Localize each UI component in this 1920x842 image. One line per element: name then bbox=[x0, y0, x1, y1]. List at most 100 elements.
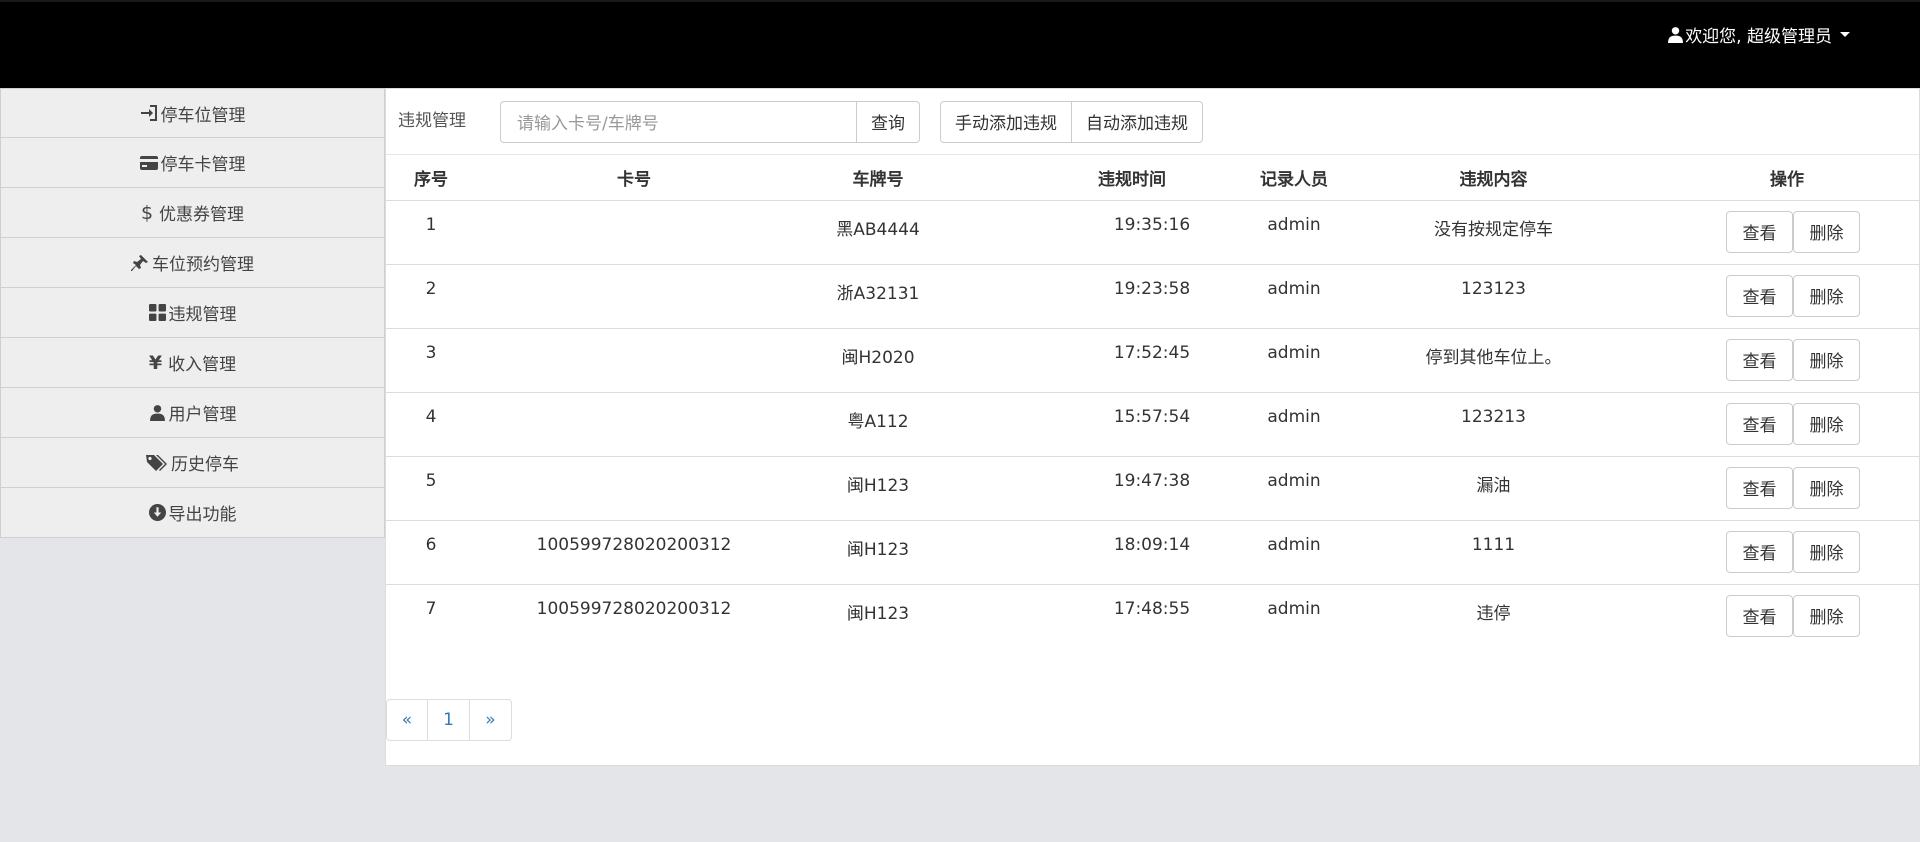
delete-button[interactable]: 删除 bbox=[1793, 338, 1860, 381]
delete-button[interactable]: 删除 bbox=[1793, 402, 1860, 445]
caret-down-icon bbox=[1840, 32, 1850, 37]
cell-plate: 粤A112 bbox=[792, 392, 964, 457]
sidebar: 停车位管理 停车卡管理 $ 优惠券管理 车位预约管理 违规管理 ¥ 收入管理 用… bbox=[0, 88, 385, 538]
sidebar-item-history[interactable]: 历史停车 bbox=[0, 438, 385, 488]
cell-time: 19:23:58 bbox=[964, 264, 1254, 329]
cell-content: 停到其他车位上。 bbox=[1334, 328, 1653, 393]
column-header-plate: 车牌号 bbox=[792, 155, 964, 201]
cell-plate: 黑AB4444 bbox=[792, 200, 964, 265]
sidebar-item-label: 优惠券管理 bbox=[159, 205, 245, 225]
sidebar-item-export[interactable]: 导出功能 bbox=[0, 488, 385, 538]
cell-content: 1111 bbox=[1334, 520, 1653, 585]
pagination-page-1[interactable]: 1 bbox=[428, 699, 470, 741]
cell-no: 4 bbox=[386, 392, 476, 457]
cell-card: 100599728020200312 bbox=[536, 598, 732, 619]
view-button[interactable]: 查看 bbox=[1726, 210, 1793, 253]
cell-recorder: admin bbox=[1254, 456, 1334, 521]
sidebar-item-income[interactable]: ¥ 收入管理 bbox=[0, 338, 385, 388]
cell-recorder: admin bbox=[1254, 328, 1334, 393]
table-row: 5 闽H123 19:47:38 admin 漏油 查看 删除 bbox=[386, 456, 1920, 521]
cell-content: 123213 bbox=[1334, 392, 1653, 457]
cell-no: 5 bbox=[386, 456, 476, 521]
cell-plate: 闽H123 bbox=[846, 603, 910, 624]
delete-button[interactable]: 删除 bbox=[1793, 530, 1860, 573]
cell-recorder: admin bbox=[1267, 598, 1321, 619]
page-title: 违规管理 bbox=[398, 111, 466, 131]
view-button[interactable]: 查看 bbox=[1726, 274, 1793, 317]
cell-no: 2 bbox=[386, 264, 476, 329]
sidebar-item-label: 违规管理 bbox=[168, 305, 237, 325]
cell-content: 123123 bbox=[1334, 264, 1653, 329]
cell-content: 违停 bbox=[1476, 603, 1511, 624]
cell-plate: 闽H123 bbox=[792, 520, 964, 585]
view-button[interactable]: 查看 bbox=[1726, 530, 1793, 573]
table-row: 2 浙A32131 19:23:58 admin 123123 查看 删除 bbox=[386, 264, 1920, 329]
search-input[interactable]: 请输入卡号/车牌号 bbox=[500, 100, 856, 143]
table-row: 1 黑AB4444 19:35:16 admin 没有按规定停车 查看 删除 bbox=[386, 200, 1920, 265]
cell-plate: 浙A32131 bbox=[792, 264, 964, 329]
sidebar-item-coupon[interactable]: $ 优惠券管理 bbox=[0, 188, 385, 238]
violations-table: 序号 卡号 车牌号 违规时间 记录人员 违规内容 操作 1 黑AB4444 19… bbox=[386, 155, 1920, 648]
sidebar-item-parking-space[interactable]: 停车位管理 bbox=[0, 88, 385, 138]
delete-button[interactable]: 删除 bbox=[1793, 594, 1860, 637]
search-placeholder: 请输入卡号/车牌号 bbox=[517, 114, 659, 134]
view-button[interactable]: 查看 bbox=[1726, 594, 1793, 637]
cell-no: 3 bbox=[386, 328, 476, 393]
column-header-actions: 操作 bbox=[1653, 155, 1920, 201]
top-navbar: 欢迎您, 超级管理员 bbox=[0, 0, 1920, 88]
add-violation-group: 手动添加违规 自动添加违规 bbox=[940, 100, 1203, 143]
cell-recorder: admin bbox=[1254, 392, 1334, 457]
cell-recorder: admin bbox=[1254, 200, 1334, 265]
cell-plate: 闽H123 bbox=[792, 456, 964, 521]
yen-icon: ¥ bbox=[148, 351, 163, 374]
main-panel: 违规管理 请输入卡号/车牌号 查询 手动添加违规 自动添加违规 序号 卡号 车牌… bbox=[385, 88, 1920, 766]
cell-actions: 查看 删除 bbox=[1653, 584, 1920, 648]
sidebar-item-label: 历史停车 bbox=[171, 455, 239, 475]
download-circle-icon bbox=[148, 504, 166, 521]
cell-time: 19:35:16 bbox=[964, 200, 1254, 265]
login-icon bbox=[140, 105, 158, 121]
query-button[interactable]: 查询 bbox=[856, 100, 920, 143]
cell-time: 19:47:38 bbox=[964, 456, 1254, 521]
cell-card bbox=[476, 264, 792, 329]
cell-time: 18:09:14 bbox=[964, 520, 1254, 585]
pagination-prev[interactable]: « bbox=[386, 699, 428, 741]
user-menu-label: 欢迎您, 超级管理员 bbox=[1685, 27, 1832, 47]
user-menu-dropdown[interactable]: 欢迎您, 超级管理员 bbox=[1667, 22, 1850, 47]
view-button[interactable]: 查看 bbox=[1726, 338, 1793, 381]
cell-actions: 查看 删除 bbox=[1653, 520, 1920, 585]
column-header-time: 违规时间 bbox=[964, 155, 1254, 201]
grid-icon bbox=[148, 304, 166, 321]
cell-card: 100599728020200312 bbox=[476, 520, 792, 585]
sidebar-item-parking-card[interactable]: 停车卡管理 bbox=[0, 138, 385, 188]
delete-button[interactable]: 删除 bbox=[1793, 466, 1860, 509]
column-header-no: 序号 bbox=[386, 155, 476, 201]
column-header-card: 卡号 bbox=[476, 155, 792, 201]
credit-card-icon bbox=[139, 155, 158, 170]
cell-no: 6 bbox=[386, 520, 476, 585]
view-button[interactable]: 查看 bbox=[1726, 466, 1793, 509]
sidebar-item-reservation[interactable]: 车位预约管理 bbox=[0, 238, 385, 288]
sidebar-item-violations[interactable]: 违规管理 bbox=[0, 288, 385, 338]
dollar-icon: $ bbox=[140, 201, 154, 224]
delete-button[interactable]: 删除 bbox=[1793, 274, 1860, 317]
cell-card bbox=[476, 328, 792, 393]
sidebar-item-label: 导出功能 bbox=[168, 505, 237, 525]
auto-add-violation-button[interactable]: 自动添加违规 bbox=[1072, 100, 1203, 143]
table-row: 7 100599728020200312 闽H123 17:48:55 admi… bbox=[386, 584, 1920, 648]
cell-time: 17:48:55 bbox=[1113, 598, 1191, 619]
cell-actions: 查看 删除 bbox=[1653, 200, 1920, 265]
user-icon bbox=[1668, 27, 1684, 43]
sidebar-item-label: 用户管理 bbox=[168, 405, 237, 425]
manual-add-violation-button[interactable]: 手动添加违规 bbox=[940, 100, 1072, 143]
sidebar-item-users[interactable]: 用户管理 bbox=[0, 388, 385, 438]
delete-button[interactable]: 删除 bbox=[1793, 210, 1860, 253]
pagination-next[interactable]: » bbox=[470, 699, 512, 741]
pushpin-icon bbox=[131, 254, 149, 272]
toolbar: 违规管理 请输入卡号/车牌号 查询 手动添加违规 自动添加违规 bbox=[386, 89, 1919, 155]
view-button[interactable]: 查看 bbox=[1726, 402, 1793, 445]
column-header-content: 违规内容 bbox=[1334, 155, 1653, 201]
table-row: 3 闽H2020 17:52:45 admin 停到其他车位上。 查看 删除 bbox=[386, 328, 1920, 393]
cell-no: 7 bbox=[425, 598, 437, 619]
cell-recorder: admin bbox=[1254, 264, 1334, 329]
